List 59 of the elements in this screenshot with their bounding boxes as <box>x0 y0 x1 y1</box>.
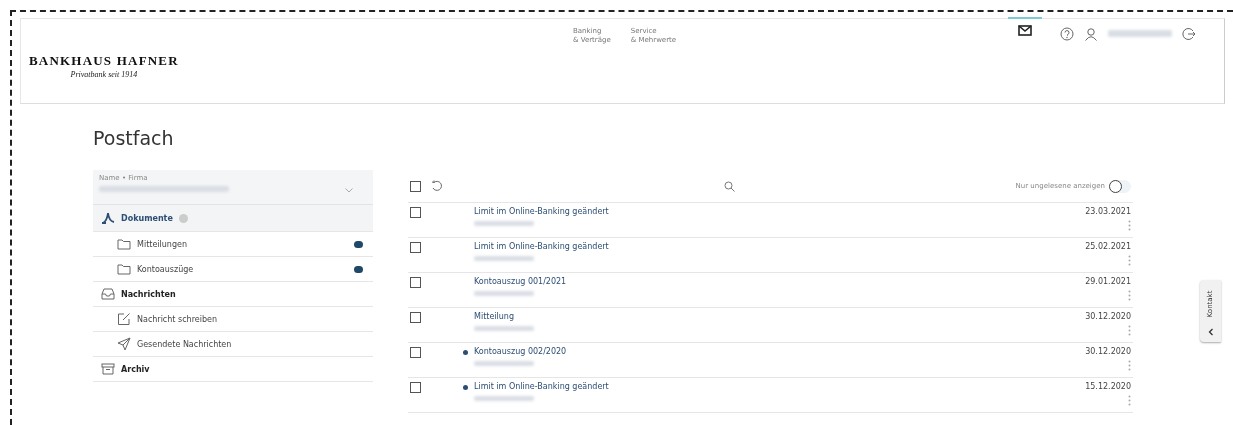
message-subject[interactable]: Kontoauszug 001/2021 <box>474 277 567 286</box>
blurred-sender <box>474 256 534 261</box>
unread-toggle[interactable] <box>1109 179 1131 193</box>
logout-icon[interactable] <box>1182 26 1196 41</box>
more-icon[interactable] <box>1128 395 1131 406</box>
row-checkbox[interactable] <box>410 312 421 323</box>
select-all-checkbox[interactable] <box>410 180 421 192</box>
brand-name: BANKHAUS HAFNER <box>29 53 179 69</box>
help-icon[interactable] <box>1060 26 1074 41</box>
blurred-username <box>1108 30 1172 37</box>
blurred-count-badge <box>354 240 363 248</box>
message-subject[interactable]: Limit im Online-Banking geändert <box>474 207 609 216</box>
more-icon[interactable] <box>1128 325 1131 336</box>
sidebar-item[interactable]: Gesendete Nachrichten <box>93 332 373 357</box>
row-checkbox[interactable] <box>410 242 421 253</box>
search-icon[interactable] <box>723 180 735 192</box>
folder-icon <box>117 263 131 275</box>
folder-icon <box>117 238 131 250</box>
blurred-sender <box>474 396 534 401</box>
archive-box-icon <box>101 363 115 375</box>
blurred-sender <box>474 326 534 331</box>
paper-plane-icon <box>117 337 131 351</box>
message-date: 23.03.2021 <box>1085 207 1131 216</box>
document-icon <box>101 211 115 225</box>
chevron-left-icon <box>1207 328 1214 336</box>
blurred-sender <box>474 221 534 226</box>
row-checkbox[interactable] <box>410 382 421 393</box>
more-icon[interactable] <box>1128 255 1131 266</box>
message-subject[interactable]: Limit im Online-Banking geändert <box>474 382 609 391</box>
row-checkbox[interactable] <box>410 277 421 288</box>
row-checkbox[interactable] <box>410 347 421 358</box>
refresh-icon[interactable] <box>431 180 443 192</box>
message-date: 30.12.2020 <box>1085 312 1131 321</box>
mail-icon[interactable] <box>1018 25 1032 36</box>
brand-tagline: Privatbank seit 1914 <box>69 70 139 79</box>
sidebar-item[interactable]: Kontoauszüge <box>93 257 373 282</box>
inbox-icon <box>101 288 115 300</box>
blurred-count-badge <box>354 265 363 273</box>
message-date: 30.12.2020 <box>1085 347 1131 356</box>
more-icon[interactable] <box>1128 290 1131 301</box>
sidebar-item[interactable]: Nachricht schreiben <box>93 307 373 332</box>
message-subject[interactable]: Mitteilung <box>474 312 534 321</box>
user-icon[interactable] <box>1084 26 1098 41</box>
page-title: Postfach <box>93 127 175 149</box>
message-subject[interactable]: Limit im Online-Banking geändert <box>474 242 609 251</box>
blurred-sender <box>474 361 534 366</box>
more-icon[interactable] <box>1128 220 1131 231</box>
message-subject[interactable]: Kontoauszug 002/2020 <box>474 347 567 356</box>
edit-icon <box>117 312 131 326</box>
row-checkbox[interactable] <box>410 207 421 218</box>
blurred-sender <box>474 291 534 296</box>
sidebar-item[interactable]: Nachrichten <box>93 282 373 307</box>
message-date: 15.12.2020 <box>1085 382 1131 391</box>
sidebar-item[interactable]: Dokumente <box>93 205 373 232</box>
message-date: 29.01.2021 <box>1085 277 1131 286</box>
message-date: 25.02.2021 <box>1085 242 1131 251</box>
sidebar-item[interactable]: Archiv <box>93 357 373 382</box>
sidebar-item[interactable]: Mitteilungen <box>93 232 373 257</box>
more-icon[interactable] <box>1128 360 1131 371</box>
